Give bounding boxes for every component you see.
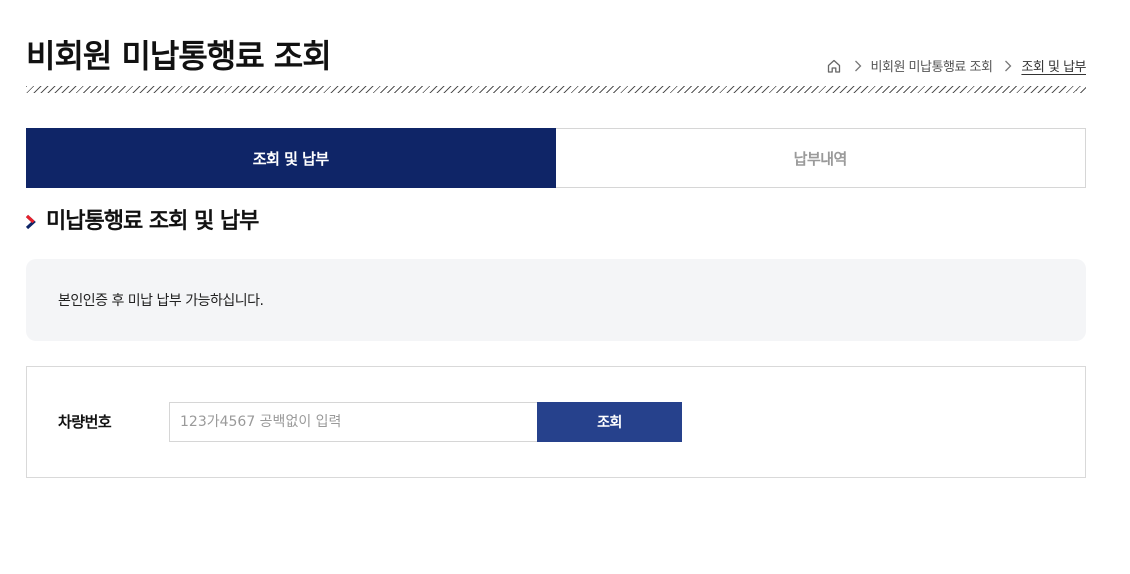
chevron-right-separator-icon (1005, 60, 1012, 71)
plate-number-input[interactable] (169, 402, 538, 442)
tab-inquiry-payment[interactable]: 조회 및 납부 (26, 128, 556, 188)
chevron-right-icon (25, 214, 36, 230)
home-icon[interactable] (826, 58, 842, 74)
search-form: 차량번호 조회 (26, 366, 1086, 478)
chevron-right-separator-icon (854, 60, 861, 71)
section-header: 미납통행료 조회 및 납부 (24, 207, 259, 237)
page: 비회원 미납통행료 조회 비회원 미납통행료 조회 조회 및 납부 조회 및 납… (0, 0, 1130, 574)
notice-box: 본인인증 후 미납 납부 가능하십니다. (26, 259, 1086, 341)
tab-payment-history[interactable]: 납부내역 (555, 128, 1086, 188)
page-title: 비회원 미납통행료 조회 (26, 37, 332, 75)
title-divider (26, 86, 1086, 93)
plate-number-label: 차량번호 (58, 413, 112, 431)
notice-text: 본인인증 후 미납 납부 가능하십니다. (58, 293, 264, 309)
section-title: 미납통행료 조회 및 납부 (46, 209, 259, 234)
breadcrumb-item-current[interactable]: 조회 및 납부 (1021, 56, 1086, 75)
breadcrumb-home[interactable] (826, 58, 854, 74)
breadcrumb: 비회원 미납통행료 조회 조회 및 납부 (826, 56, 1086, 75)
search-button[interactable]: 조회 (537, 402, 682, 442)
breadcrumb-item-nonmember-unpaid[interactable]: 비회원 미납통행료 조회 (871, 56, 993, 75)
tab-bar: 조회 및 납부 납부내역 (26, 128, 1086, 188)
